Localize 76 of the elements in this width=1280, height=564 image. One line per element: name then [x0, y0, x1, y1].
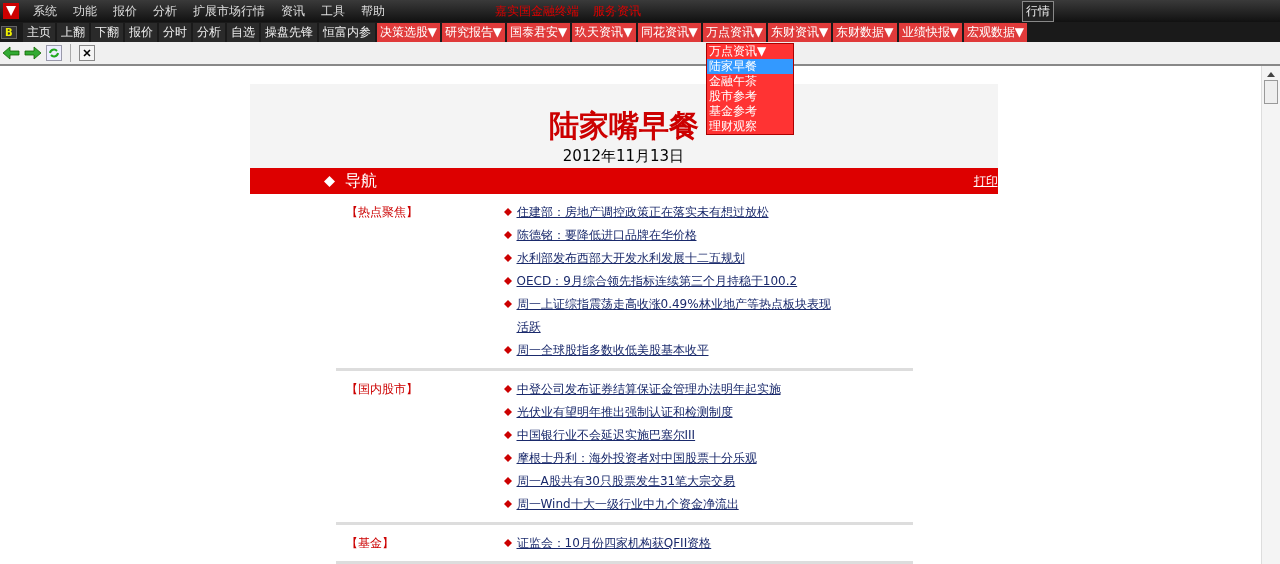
bullet-icon — [503, 231, 512, 239]
dropdown-item[interactable]: 基金参考 — [707, 104, 793, 119]
dropdown-button[interactable]: 同花资讯▼ — [637, 22, 701, 42]
dropdown-item[interactable]: 金融午茶 — [707, 74, 793, 89]
dropdown-button[interactable]: 国泰君安▼ — [507, 22, 571, 42]
news-link[interactable]: OECD：9月综合领先指标连续第三个月持稳于100.2 — [516, 270, 834, 293]
toolbar-button[interactable]: 自选 — [226, 22, 259, 42]
dropdown-button[interactable]: 业绩快报▼ — [898, 22, 962, 42]
page-title: 陆家嘴早餐 — [548, 107, 699, 145]
dropdown-item[interactable]: 股市参考 — [707, 89, 793, 104]
dropdown-button[interactable]: 万点资讯▼ — [702, 22, 767, 42]
dropdown-button[interactable]: 东财资讯▼ — [768, 22, 832, 42]
print-link[interactable]: 打印 — [973, 172, 998, 190]
news-link[interactable]: 周一上证综指震荡走高收涨0.49%林业地产等热点板块表现活跃 — [516, 293, 834, 339]
dropdown-button[interactable]: 玖天资讯▼ — [572, 22, 636, 42]
bullet-icon — [503, 300, 512, 308]
menu-item[interactable]: 资讯 — [273, 2, 313, 20]
menu-item[interactable]: 帮助 — [353, 2, 393, 20]
bullet-icon — [503, 385, 512, 393]
toolbar-button[interactable]: 分时 — [158, 22, 191, 42]
menu-item[interactable]: 工具 — [313, 2, 353, 20]
dropdown-button[interactable]: 研究报告▼ — [441, 22, 506, 42]
section-label: 【国内股市】 — [344, 381, 419, 398]
bullet-icon — [503, 477, 512, 485]
bullet-icon — [503, 431, 512, 439]
up-arrow-icon[interactable] — [1266, 70, 1276, 78]
forward-arrow-icon[interactable] — [24, 46, 42, 60]
badge: B — [1, 25, 17, 39]
news-link[interactable]: 中登公司发布证券结算保证金管理办法明年起实施 — [516, 378, 834, 401]
bullet-icon — [503, 539, 512, 547]
bullet-icon — [503, 454, 512, 462]
scrollbar[interactable] — [1261, 66, 1280, 564]
dropdown-item[interactable]: 理财观察 — [707, 119, 793, 134]
dropdown-button[interactable]: 宏观数据▼ — [963, 22, 1027, 42]
news-link[interactable]: 住建部：房地产调控政策正在落实未有想过放松 — [516, 201, 834, 224]
toolbar-button[interactable]: 恒富内参 — [318, 22, 375, 42]
bullet-icon — [503, 346, 512, 354]
news-link[interactable]: 光伏业有望明年推出强制认证和检测制度 — [516, 401, 834, 424]
news-link[interactable]: 周一A股共有30只股票发生31笔大宗交易 — [516, 470, 834, 493]
news-link[interactable]: 摩根士丹利：海外投资者对中国股票十分乐观 — [516, 447, 834, 470]
menu-item[interactable]: 功能 — [65, 2, 105, 20]
dropdown-button[interactable]: 东财数据▼ — [833, 22, 897, 42]
menu-item[interactable]: 扩展市场行情 — [185, 2, 273, 20]
bullet-icon — [503, 208, 512, 216]
toolbar-button[interactable]: 下翻 — [90, 22, 123, 42]
news-link[interactable]: 水利部发布西部大开发水利发展十二五规划 — [516, 247, 834, 270]
toolbar-button[interactable]: 分析 — [192, 22, 225, 42]
app-logo-icon — [3, 3, 19, 19]
news-link[interactable]: 周一全球股指多数收低美股基本收平 — [516, 339, 834, 362]
bullet-icon — [503, 277, 512, 285]
dropdown-button[interactable]: 决策选股▼ — [376, 22, 440, 42]
page-date: 2012年11月13日 — [562, 146, 685, 166]
refresh-icon[interactable] — [46, 45, 62, 61]
toolbar-button[interactable]: 操盘先锋 — [260, 22, 317, 42]
quote-button[interactable]: 行情 — [1022, 0, 1054, 22]
close-icon[interactable] — [79, 45, 95, 61]
nav-title: 导航 — [344, 170, 378, 192]
bullet-icon — [503, 500, 512, 508]
toolbar-button[interactable]: 报价 — [124, 22, 157, 42]
bullet-icon — [503, 254, 512, 262]
bullet-icon — [503, 408, 512, 416]
menu-item[interactable]: 报价 — [105, 2, 145, 20]
scroll-thumb[interactable] — [1264, 80, 1278, 104]
toolbar-button[interactable]: 上翻 — [56, 22, 89, 42]
section-label: 【基金】 — [344, 535, 395, 552]
news-link[interactable]: 中国银行业不会延迟实施巴塞尔III — [516, 424, 834, 447]
back-arrow-icon[interactable] — [2, 46, 20, 60]
menu-item[interactable]: 系统 — [25, 2, 65, 20]
news-link[interactable]: 陈德铭：要降低进口品牌在华价格 — [516, 224, 834, 247]
section-label: 【热点聚焦】 — [344, 204, 419, 221]
toolbar-button[interactable]: 主页 — [22, 22, 55, 42]
news-link[interactable]: 证监会：10月份四家机构获QFII资格 — [516, 532, 834, 555]
menu-item[interactable]: 分析 — [145, 2, 185, 20]
news-link[interactable]: 周一Wind十大一级行业中九个资金净流出 — [516, 493, 834, 516]
dropdown-title[interactable]: 万点资讯▼ — [707, 44, 793, 59]
diamond-icon — [323, 175, 335, 187]
